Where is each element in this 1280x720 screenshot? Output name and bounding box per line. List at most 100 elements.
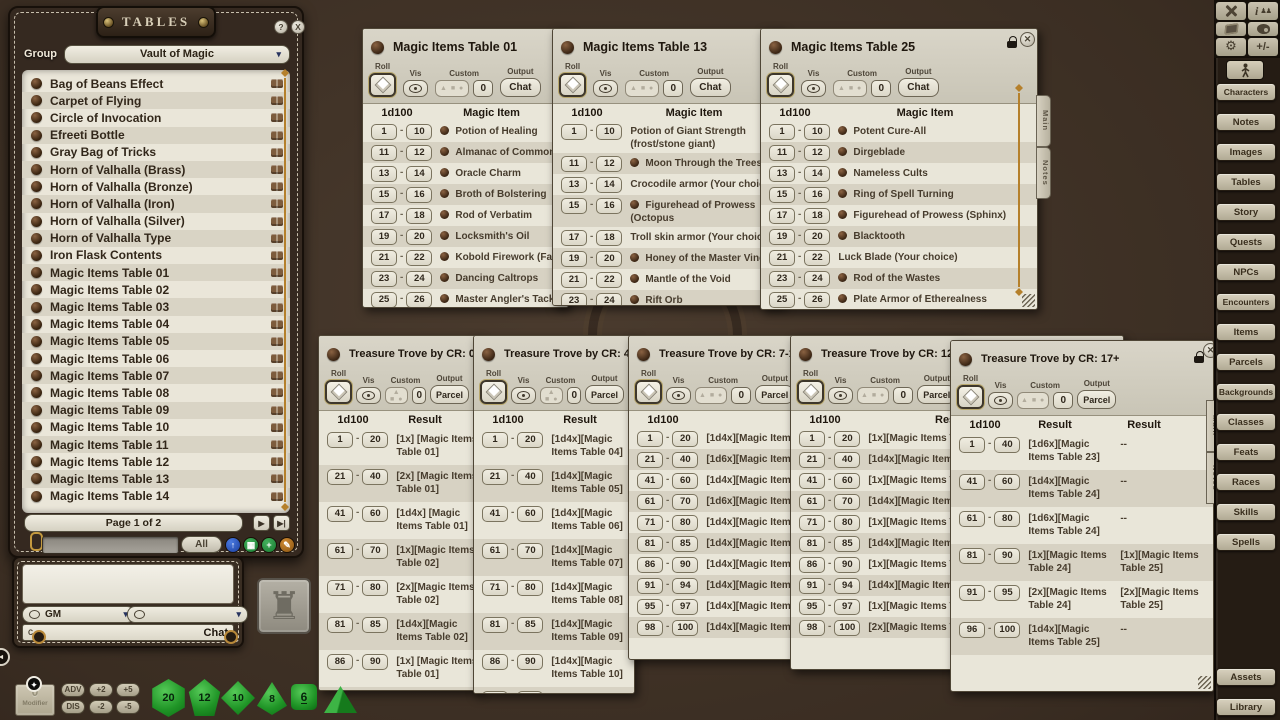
- visibility-button[interactable]: [828, 387, 853, 404]
- table-name[interactable]: Magic Items Table 05: [50, 334, 271, 348]
- range-box[interactable]: 19: [769, 229, 795, 245]
- book-icon[interactable]: [271, 320, 283, 329]
- visibility-button[interactable]: [801, 80, 826, 97]
- sidebar-item-assets[interactable]: Assets: [1216, 668, 1276, 686]
- range-box[interactable]: 20: [596, 251, 622, 267]
- visibility-button[interactable]: [666, 387, 691, 404]
- range-box[interactable]: 97: [834, 599, 860, 615]
- book-icon[interactable]: [271, 251, 283, 260]
- range-box[interactable]: 85: [517, 617, 543, 633]
- filter-all-button[interactable]: All: [181, 536, 222, 553]
- visibility-button[interactable]: [356, 387, 381, 404]
- categories-button[interactable]: ▦: [243, 537, 259, 553]
- result-text[interactable]: [1d4x][Magic Items Table 02]: [396, 617, 479, 644]
- sidebar-item-quests[interactable]: Quests: [1216, 233, 1276, 251]
- range-box[interactable]: 13: [561, 177, 587, 193]
- range-box[interactable]: 98: [799, 620, 825, 636]
- range-box[interactable]: 10: [804, 124, 830, 140]
- settings-button[interactable]: ⚙: [1216, 38, 1246, 56]
- list-item[interactable]: Magic Items Table 10: [22, 419, 290, 436]
- sidebar-item-images[interactable]: Images: [1216, 143, 1276, 161]
- range-box[interactable]: 86: [327, 654, 353, 670]
- list-item[interactable]: Efreeti Bottle: [22, 127, 290, 144]
- book-icon[interactable]: [271, 303, 283, 312]
- range-box[interactable]: 1: [959, 437, 985, 453]
- range-box[interactable]: 41: [799, 473, 825, 489]
- range-box[interactable]: 21: [799, 452, 825, 468]
- range-box[interactable]: 15: [769, 187, 795, 203]
- range-box[interactable]: 80: [672, 515, 698, 531]
- book-icon[interactable]: [271, 268, 283, 277]
- range-box[interactable]: 71: [327, 580, 353, 596]
- result-text[interactable]: [1d4x] [Magic Items Table 01]: [396, 506, 479, 533]
- list-item[interactable]: Magic Items Table 05: [22, 333, 290, 350]
- range-box[interactable]: 1: [799, 431, 825, 447]
- result-text[interactable]: [2x][Magic Items Table 24]: [1028, 585, 1116, 612]
- attack-tools-button[interactable]: [1216, 2, 1246, 20]
- table-name[interactable]: Magic Items Table 11: [50, 438, 271, 452]
- edit-button[interactable]: ✎: [279, 537, 295, 553]
- result-text[interactable]: Rod of Verbatim: [440, 208, 568, 222]
- advantage-button[interactable]: ADV: [61, 683, 85, 697]
- result-text[interactable]: Locksmith's Oil: [440, 229, 568, 243]
- range-box[interactable]: 1: [327, 432, 353, 448]
- range-box[interactable]: 16: [596, 198, 622, 214]
- result-text[interactable]: Dirgeblade: [838, 145, 1037, 159]
- result-text[interactable]: [1d4x][Magic Items Table 09]: [551, 691, 634, 694]
- range-box[interactable]: 81: [959, 548, 985, 564]
- range-box[interactable]: 1: [561, 124, 587, 140]
- table-name[interactable]: Carpet of Flying: [50, 94, 271, 108]
- custom-shapes-button[interactable]: ▲ ■ ●: [435, 80, 469, 97]
- output-button[interactable]: Parcel: [430, 385, 469, 404]
- range-box[interactable]: 81: [482, 617, 508, 633]
- result-text[interactable]: [2x] [Magic Items Table 01]: [396, 469, 479, 496]
- result-text[interactable]: [1d4x][Magic Items Table 05]: [551, 469, 634, 496]
- book-icon[interactable]: [271, 182, 283, 191]
- result-text[interactable]: [1x][Magic Items Table 24]: [1028, 548, 1116, 575]
- sidebar-item-library[interactable]: Library: [1216, 698, 1276, 716]
- table-name[interactable]: Efreeti Bottle: [50, 128, 271, 142]
- result-text[interactable]: Kobold Firework (Fairy Spark: [440, 250, 569, 264]
- list-item[interactable]: Horn of Valhalla (Bronze): [22, 178, 290, 195]
- custom-shapes-button[interactable]: ▲ ■ ●: [695, 387, 727, 404]
- range-box[interactable]: 81: [799, 536, 825, 552]
- table-name[interactable]: Gray Bag of Tricks: [50, 145, 271, 159]
- book-icon[interactable]: [271, 440, 283, 449]
- sidebar-item-spells[interactable]: Spells: [1216, 533, 1276, 551]
- range-box[interactable]: 70: [834, 494, 860, 510]
- group-dropdown[interactable]: Vault of Magic ▾: [64, 45, 290, 64]
- range-box[interactable]: 41: [959, 474, 985, 490]
- range-box[interactable]: 86: [799, 557, 825, 573]
- table-name[interactable]: Magic Items Table 04: [50, 317, 271, 331]
- result-text[interactable]: Plate Armor of Etherealness: [838, 292, 1037, 306]
- range-box[interactable]: 90: [834, 557, 860, 573]
- range-box[interactable]: 61: [637, 494, 663, 510]
- result-text[interactable]: Figurehead of Prowess (Sphinx): [838, 208, 1037, 222]
- tab-notes[interactable]: Notes: [1036, 147, 1051, 199]
- custom-shapes-button[interactable]: ▲ ■ ●: [540, 387, 563, 404]
- result-text[interactable]: Almanac of Common Wisdom: [440, 145, 569, 159]
- sidebar-item-feats[interactable]: Feats: [1216, 443, 1276, 461]
- book-icon[interactable]: [271, 165, 283, 174]
- table-name[interactable]: Horn of Valhalla (Bronze): [50, 180, 271, 194]
- book-icon[interactable]: [271, 423, 283, 432]
- range-box[interactable]: 94: [672, 578, 698, 594]
- range-box[interactable]: 20: [406, 229, 432, 245]
- roll-button[interactable]: [957, 385, 984, 409]
- visibility-button[interactable]: [988, 392, 1013, 409]
- custom-value-box[interactable]: 0: [567, 387, 580, 404]
- result-text[interactable]: Luck Blade (Your choice): [838, 250, 1037, 264]
- list-item[interactable]: Gray Bag of Tricks: [22, 144, 290, 161]
- range-box[interactable]: 21: [482, 469, 508, 485]
- result-text-2[interactable]: --: [1120, 622, 1204, 636]
- output-button[interactable]: Chat: [898, 78, 938, 97]
- range-box[interactable]: 23: [769, 271, 795, 287]
- list-item[interactable]: Iron Flask Contents: [22, 247, 290, 264]
- range-box[interactable]: 1: [769, 124, 795, 140]
- table-name[interactable]: Magic Items Table 13: [50, 472, 271, 486]
- range-box[interactable]: 100: [994, 622, 1020, 638]
- minus2-button[interactable]: -2: [89, 700, 113, 714]
- list-item[interactable]: Circle of Invocation: [22, 109, 290, 126]
- chat-log[interactable]: [22, 564, 234, 604]
- range-box[interactable]: 11: [371, 145, 397, 161]
